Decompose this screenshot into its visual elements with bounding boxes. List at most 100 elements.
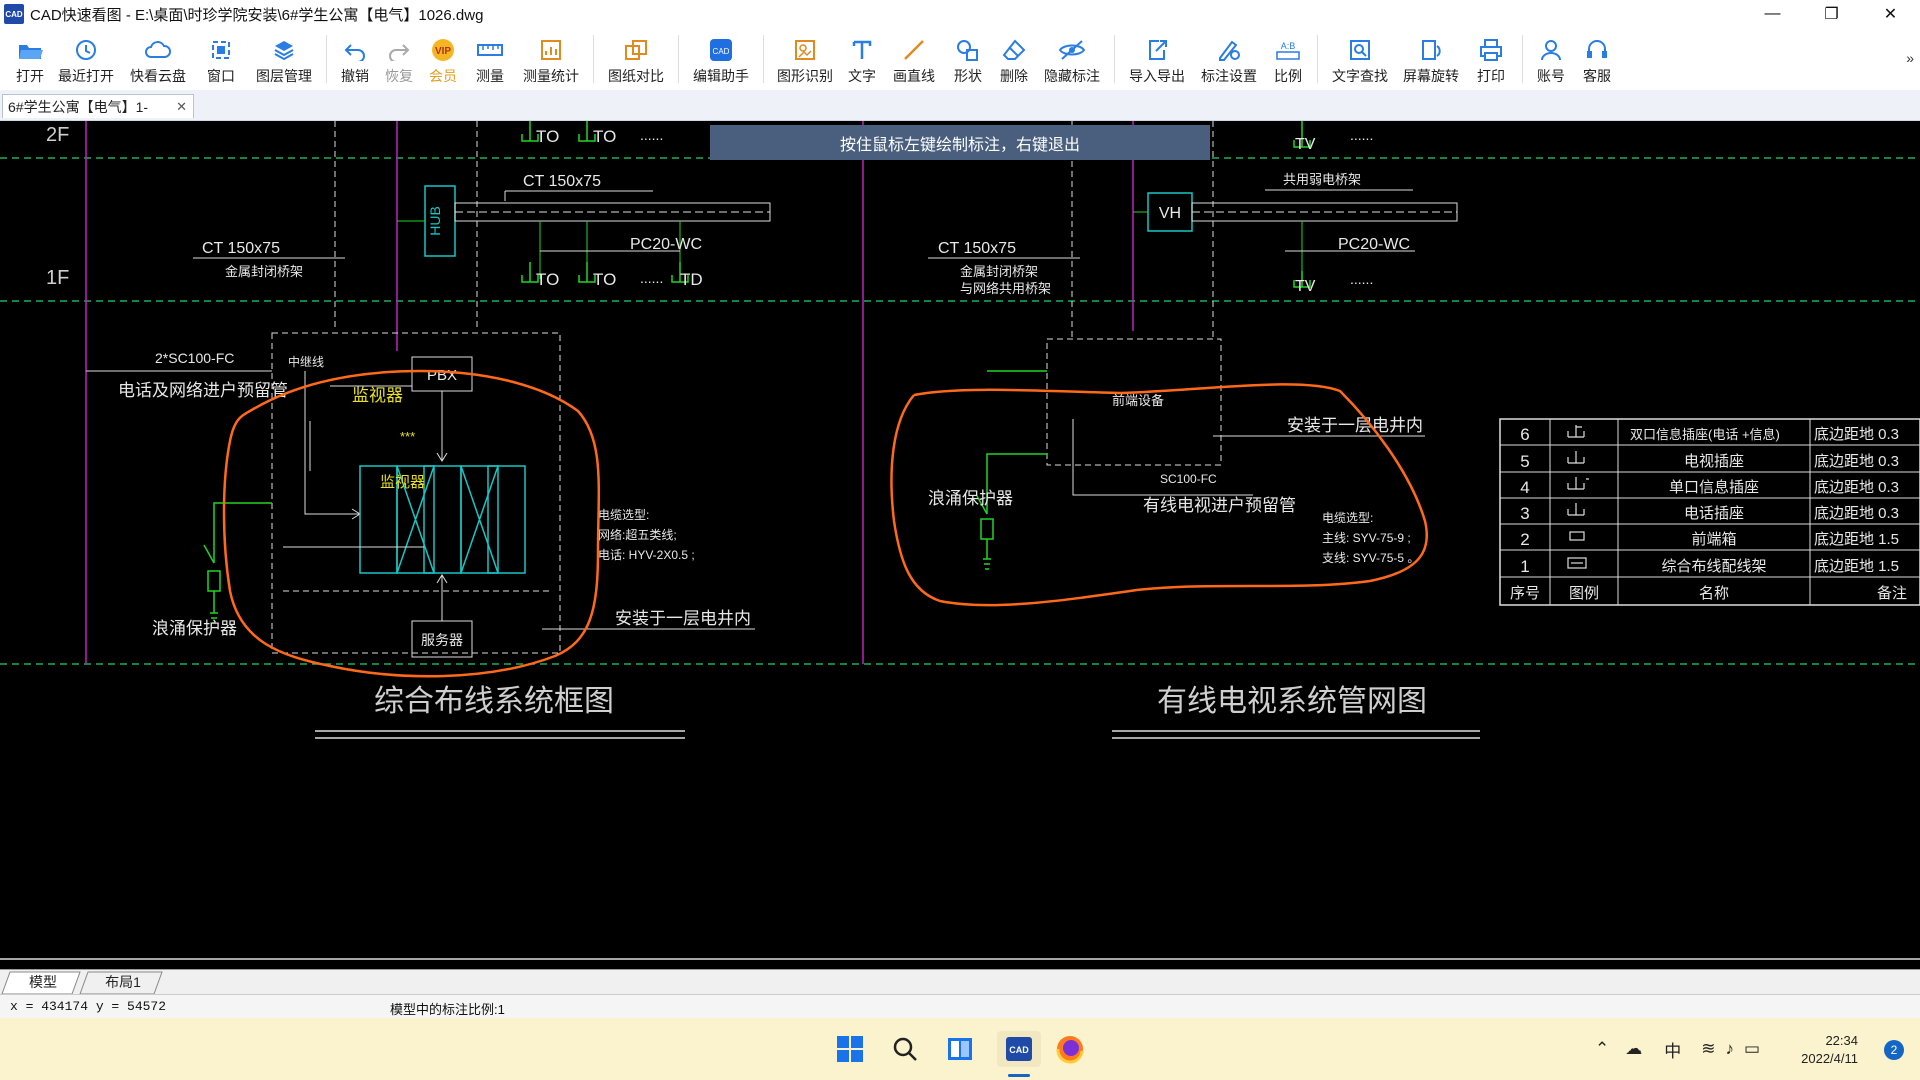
incoming-conduit-label: SC100-FC — [1160, 472, 1217, 486]
text-search-icon — [1345, 36, 1375, 64]
text-button[interactable]: 文字 — [840, 28, 884, 90]
cable-spec-network: 网络:超五类线; — [598, 527, 677, 542]
windows-start-icon[interactable] — [832, 1031, 868, 1067]
hint-banner: 按住鼠标左键绘制标注，右键退出 — [710, 125, 1210, 160]
cable-tray-label: CT 150x75 — [523, 173, 601, 190]
cad-app-icon[interactable]: CAD — [997, 1031, 1041, 1067]
scale-ab-icon: A:B — [1273, 36, 1303, 64]
tv-outlet-label: TV — [1295, 278, 1316, 295]
text-search-button[interactable]: 文字查找 — [1324, 28, 1396, 90]
hide-annotation-button[interactable]: 隐藏标注 — [1036, 28, 1108, 90]
open-button[interactable]: 打开 — [10, 28, 50, 90]
shared-tray-label: 共用弱电桥架 — [1283, 172, 1361, 187]
svg-text:CAD: CAD — [713, 47, 730, 56]
status-bar: x = 434174 y = 54572 模型中的标注比例:1 — [0, 994, 1920, 1019]
draw-line-button[interactable]: 画直线 — [884, 28, 944, 90]
cable-tv-diagram: TV ...... 共用弱电桥架 VH PC20-WC TV ...... CT… — [928, 121, 1480, 739]
server-label: 服务器 — [421, 632, 463, 648]
close-button[interactable]: ✕ — [1861, 0, 1920, 28]
legend-name: 电话插座 — [1684, 505, 1744, 522]
import-export-button[interactable]: 导入导出 — [1121, 28, 1193, 90]
volume-muted-icon[interactable]: ♪ — [1726, 1039, 1735, 1059]
legend-no: 6 — [1520, 425, 1529, 444]
tray-desc-label: 与网络共用桥架 — [960, 281, 1051, 296]
legend-note: 底边距地 0.3 — [1814, 479, 1899, 496]
ellipsis-label: ...... — [640, 127, 663, 143]
pbx-label: PBX — [427, 367, 457, 384]
vip-icon: VIP — [428, 36, 458, 64]
legend-note: 底边距地 0.3 — [1814, 505, 1899, 522]
outlet-label: TO — [593, 270, 616, 289]
window-title: CAD快速看图 - E:\桌面\时珍学院安装\6#学生公寓【电气】1026.dw… — [30, 6, 484, 24]
ellipsis-label: ...... — [1350, 271, 1373, 287]
vip-button[interactable]: VIP 会员 — [421, 28, 465, 90]
maximize-button[interactable]: ❐ — [1802, 0, 1861, 28]
redo-icon — [384, 36, 414, 64]
monitor-label-2: 监视器 — [380, 474, 425, 491]
annotation-settings-button[interactable]: 标注设置 — [1193, 28, 1265, 90]
undo-button[interactable]: 撤销 — [333, 28, 377, 90]
cable-spec-title: 电缆选型: — [598, 508, 649, 522]
print-button[interactable]: 打印 — [1466, 28, 1516, 90]
outlet-label: TO — [536, 127, 559, 146]
clock-time: 22:34 — [1825, 1033, 1858, 1048]
shape-icon — [953, 36, 983, 64]
customer-service-button[interactable]: 客服 — [1573, 28, 1621, 90]
screen-rotate-button[interactable]: 屏幕旋转 — [1396, 28, 1466, 90]
main-toolbar: 打开 最近打开 快看云盘 窗口 图层管理 撤销 恢复 VIP 会员 测量 测量统计… — [0, 28, 1920, 91]
redo-button[interactable]: 恢复 — [377, 28, 421, 90]
document-tab[interactable]: 6#学生公寓【电气】1- ✕ — [2, 94, 194, 118]
delete-button[interactable]: 删除 — [992, 28, 1036, 90]
shape-button[interactable]: 形状 — [944, 28, 992, 90]
close-tab-icon[interactable]: ✕ — [176, 99, 187, 115]
toolbar-more-icon[interactable]: » — [1906, 50, 1914, 66]
battery-icon[interactable]: ▭ — [1744, 1039, 1760, 1059]
svg-text:CAD: CAD — [1009, 1045, 1029, 1055]
line-icon — [899, 36, 929, 64]
cloud-status-icon[interactable]: ☁ — [1625, 1039, 1642, 1059]
annotation-scale-status: 模型中的标注比例:1 — [390, 1002, 505, 1017]
search-icon[interactable] — [887, 1031, 923, 1067]
notification-badge[interactable]: 2 — [1884, 1040, 1904, 1060]
edit-cad-icon: CAD — [706, 36, 736, 64]
legend-name: 电视插座 — [1684, 453, 1744, 470]
scale-button[interactable]: A:B 比例 — [1265, 28, 1311, 90]
wifi-icon[interactable]: ≋ — [1701, 1039, 1715, 1059]
cable-spec-main: 主线: SYV-75-9 ; — [1322, 531, 1411, 545]
minimize-button[interactable]: — — [1743, 0, 1802, 28]
account-button[interactable]: 账号 — [1529, 28, 1573, 90]
compare-drawings-button[interactable]: 图纸对比 — [600, 28, 672, 90]
toolbar-divider — [1317, 35, 1318, 83]
window-button[interactable]: 窗口 — [194, 28, 248, 90]
compare-icon — [621, 36, 651, 64]
measure-stats-button[interactable]: 测量统计 — [515, 28, 587, 90]
ime-indicator[interactable]: 中 — [1664, 1037, 1681, 1062]
model-tab[interactable]: 模型 — [12, 971, 74, 993]
edit-assistant-button[interactable]: CAD 编辑助手 — [685, 28, 757, 90]
annotation-settings-icon — [1214, 36, 1244, 64]
layer-manager-button[interactable]: 图层管理 — [248, 28, 320, 90]
layout1-tab[interactable]: 布局1 — [92, 971, 154, 993]
drawing-canvas[interactable]: 2F 1F TO TO ...... CT 150x75 HUB PC20-WC… — [0, 121, 1920, 969]
printer-icon — [1476, 36, 1506, 64]
annotation-freehand-left — [222, 369, 601, 678]
legend-name: 双口信息插座(电话 +信息) — [1630, 427, 1780, 442]
stars-label: *** — [400, 429, 415, 444]
measure-button[interactable]: 测量 — [465, 28, 515, 90]
outlet-label: TO — [536, 270, 559, 289]
shape-recognize-button[interactable]: 图形识别 — [770, 28, 840, 90]
document-tab-bar: 6#学生公寓【电气】1- ✕ — [0, 90, 1920, 121]
floor-lines — [0, 157, 1920, 665]
file-explorer-icon[interactable] — [942, 1031, 978, 1067]
vh-label: VH — [1159, 205, 1181, 222]
cloud-disk-button[interactable]: 快看云盘 — [122, 28, 194, 90]
incoming-conduit-label: 2*SC100-FC — [155, 350, 234, 366]
legend-no: 1 — [1520, 557, 1529, 576]
chevron-up-icon[interactable]: ⌃ — [1595, 1039, 1609, 1059]
clock[interactable]: 22:34 2022/4/11 — [1801, 1032, 1858, 1068]
recent-open-button[interactable]: 最近打开 — [50, 28, 122, 90]
firefox-icon[interactable] — [1052, 1031, 1088, 1067]
tray-desc-label: 金属封闭桥架 — [960, 264, 1038, 279]
headset-icon — [1582, 36, 1612, 64]
install-location-label: 安装于一层电井内 — [615, 609, 751, 628]
